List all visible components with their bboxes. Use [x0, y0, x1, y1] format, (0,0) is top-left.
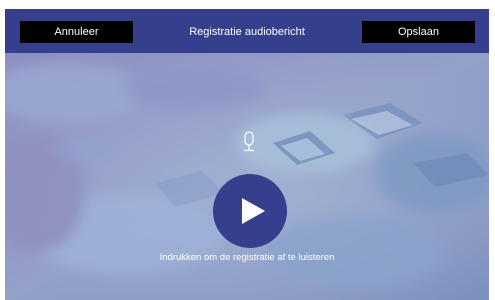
playback-hint: Indrukken om de registratie af te luiste…	[159, 252, 335, 263]
play-icon	[242, 198, 265, 224]
top-bar: Annuleer Registratie audiobericht Opslaa…	[5, 9, 489, 53]
page-title: Registratie audiobericht	[189, 26, 305, 38]
play-button[interactable]	[213, 174, 287, 248]
microphone-icon	[244, 131, 254, 152]
audio-recording-screen: Annuleer Registratie audiobericht Opslaa…	[5, 9, 489, 300]
save-button[interactable]: Opslaan	[362, 21, 475, 43]
player-overlay: Indrukken om de registratie af te luiste…	[5, 53, 489, 300]
cancel-button[interactable]: Annuleer	[20, 21, 133, 43]
